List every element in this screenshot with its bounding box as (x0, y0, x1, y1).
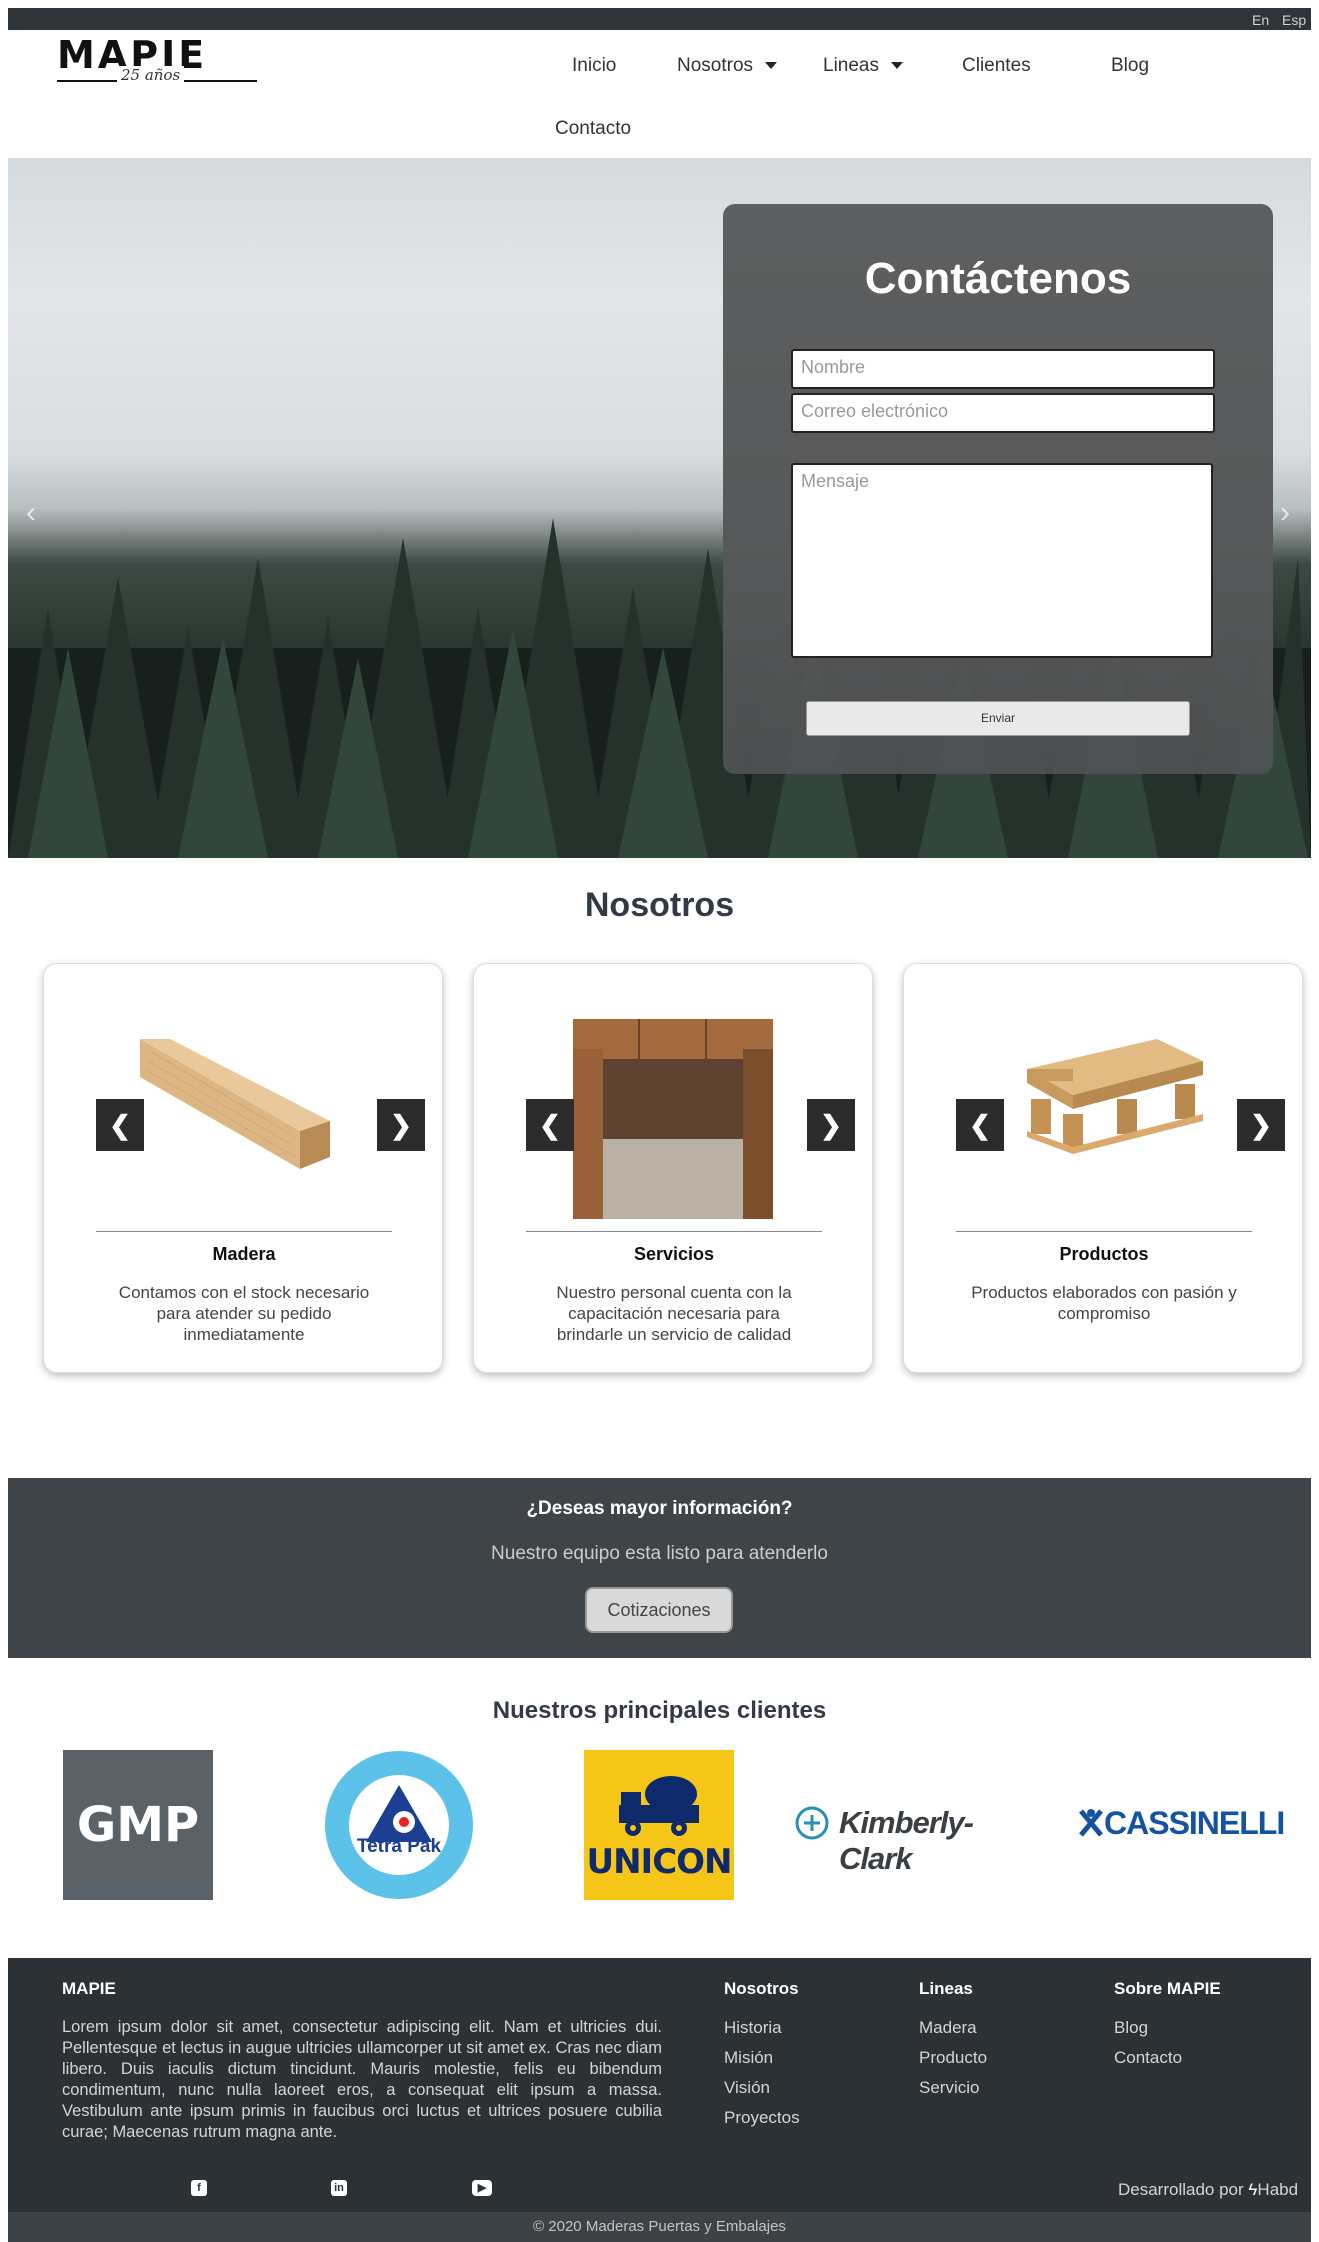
hero-prev-arrow[interactable]: ‹ (26, 496, 36, 530)
cassinelli-wordmark: CASSINELLI (1104, 1805, 1285, 1841)
tetrapak-wordmark: Tetra Pak (356, 1836, 442, 1857)
message-textarea[interactable]: Mensaje (791, 463, 1213, 658)
client-logo-unicon: UNICON (584, 1750, 734, 1900)
pallet-image (1027, 1039, 1203, 1154)
lang-es-link[interactable]: Esp (1282, 12, 1306, 28)
about-title: Nosotros (584, 886, 735, 924)
nav-nosotros[interactable]: Nosotros (677, 55, 778, 77)
contact-title: Contáctenos (864, 254, 1132, 303)
footer-link-servicio[interactable]: Servicio (919, 2078, 979, 2098)
logo-tagline: 25 años (117, 66, 185, 84)
footer-link-blog[interactable]: Blog (1114, 2018, 1148, 2038)
nav-nosotros-label: Nosotros (677, 55, 754, 76)
developer-link[interactable]: Habd (1257, 2180, 1298, 2199)
card-title: Madera (212, 1244, 276, 1264)
cta-title: ¿Deseas mayor información? (526, 1498, 793, 1519)
unicon-wordmark: UNICON (586, 1842, 732, 1882)
quotes-button[interactable]: Cotizaciones (585, 1587, 733, 1633)
footer-link-producto[interactable]: Producto (919, 2048, 987, 2068)
youtube-icon[interactable]: ▶ (472, 2180, 492, 2196)
card-description: Productos elaborados con pasión y compro… (971, 1283, 1237, 1323)
truck-icon (619, 1776, 699, 1836)
card-prev-arrow[interactable]: ❮ (96, 1099, 144, 1151)
kimberly-clark-emblem-icon (795, 1806, 829, 1840)
nav-inicio[interactable]: Inicio (572, 55, 616, 77)
footer-link-contacto[interactable]: Contacto (1114, 2048, 1182, 2068)
card-description: Nuestro personal cuenta con la capacitac… (556, 1283, 792, 1344)
nav-blog[interactable]: Blog (1111, 55, 1149, 77)
send-button[interactable]: Enviar (806, 701, 1190, 736)
card-prev-arrow[interactable]: ❮ (956, 1099, 1004, 1151)
wood-plank-image (140, 1039, 330, 1169)
footer-link-mision[interactable]: Misión (724, 2048, 773, 2068)
linkedin-icon[interactable]: in (331, 2180, 347, 2196)
card-divider (526, 1231, 822, 1232)
card-description: Contamos con el stock necesario para ate… (118, 1283, 370, 1344)
developed-by-label: Desarrollado por (1118, 2180, 1244, 2199)
card-divider (96, 1231, 392, 1232)
nav-clientes[interactable]: Clientes (962, 55, 1031, 77)
card-next-arrow[interactable]: ❯ (377, 1099, 425, 1151)
footer-link-madera[interactable]: Madera (919, 2018, 977, 2038)
card-next-arrow[interactable]: ❯ (1237, 1099, 1285, 1151)
site-logo[interactable]: MAPIE 25 años (57, 36, 257, 86)
hero-next-arrow[interactable]: › (1280, 496, 1290, 530)
facebook-icon[interactable]: f (191, 2180, 207, 2196)
footer-link-vision[interactable]: Visión (724, 2078, 770, 2098)
card-servicios: ❮ ❯ Servicios Nuestro personal cuenta co… (473, 963, 873, 1373)
client-logo-gmp: GMP (63, 1750, 213, 1900)
footer-nosotros-title: Nosotros (724, 1979, 799, 1998)
chevron-down-icon (765, 62, 778, 70)
cassinelli-emblem-icon (1079, 1809, 1103, 1837)
footer-sobre-title: Sobre MAPIE (1114, 1979, 1221, 1998)
footer-brand-title: MAPIE (62, 1979, 116, 1998)
footer-brand-text: Lorem ipsum dolor sit amet, consectetur … (62, 2018, 662, 2141)
chevron-down-icon (891, 62, 903, 70)
kimberly-clark-wordmark: Kimberly-Clark (839, 1805, 974, 1876)
cta-subtitle: Nuestro equipo esta listo para atenderlo (491, 1543, 828, 1564)
card-prev-arrow[interactable]: ❮ (526, 1099, 574, 1151)
copyright-text: © 2020 Maderas Puertas y Embalajes (533, 2218, 786, 2235)
lang-en-link[interactable]: En (1252, 12, 1269, 28)
card-title: Productos (1059, 1244, 1149, 1264)
language-bar (8, 8, 1311, 30)
warehouse-door-image (573, 1019, 773, 1219)
contact-form: Contáctenos Nombre Correo electrónico Me… (723, 204, 1273, 774)
card-productos: ❮ ❯ Productos Productos elaborados con p… (903, 963, 1303, 1373)
footer-lineas-title: Lineas (919, 1979, 973, 1998)
client-logo-cassinelli: CASSINELLI (1078, 1803, 1285, 1843)
footer-link-historia[interactable]: Historia (724, 2018, 782, 2038)
name-input[interactable]: Nombre (791, 349, 1215, 389)
email-input[interactable]: Correo electrónico (791, 393, 1215, 433)
nav-contacto[interactable]: Contacto (555, 118, 631, 140)
clients-title: Nuestros principales clientes (492, 1697, 827, 1724)
nav-lineas-label: Lineas (823, 55, 879, 76)
card-divider (956, 1231, 1252, 1232)
nav-lineas[interactable]: Lineas (823, 55, 903, 77)
client-logo-kimberly-clark: Kimberly-Clark (795, 1803, 1045, 1876)
client-logo-tetrapak: Tetra Pak (324, 1750, 474, 1900)
developer-credit: Desarrollado por ϟHabd (1118, 2180, 1298, 2200)
card-next-arrow[interactable]: ❯ (807, 1099, 855, 1151)
card-title: Servicios (633, 1244, 715, 1264)
card-madera: ❮ ❯ Madera Contamos con el stock necesar… (43, 963, 443, 1373)
footer-link-proyectos[interactable]: Proyectos (724, 2108, 800, 2128)
tetrapak-logo-icon (325, 1751, 473, 1899)
